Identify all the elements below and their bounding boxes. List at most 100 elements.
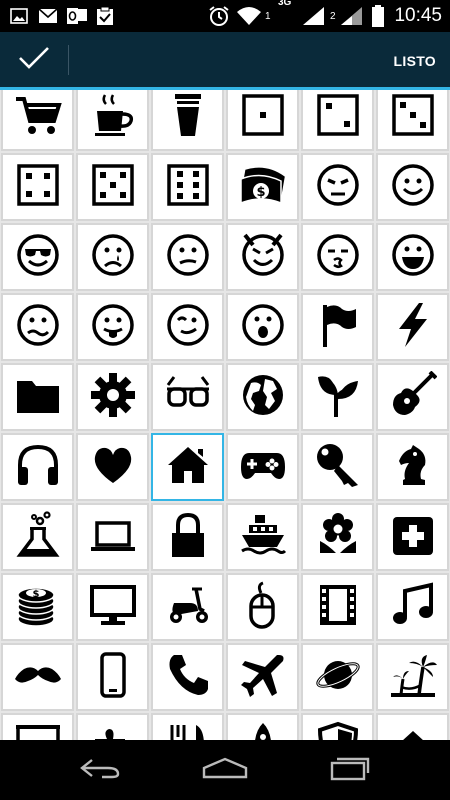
drink-cup-icon (164, 91, 212, 143)
icon-cell-flask[interactable] (1, 503, 74, 571)
icon-cell-puzzle[interactable] (76, 713, 149, 740)
icon-cell-globe[interactable] (226, 363, 299, 431)
icon-cell-shopping-cart[interactable] (1, 90, 74, 151)
icon-cell-dice-five[interactable] (76, 153, 149, 221)
wink-face-icon (164, 301, 212, 353)
icon-cell-kiss-face[interactable] (301, 223, 374, 291)
sim2-label: 2 (330, 10, 336, 22)
done-label-button[interactable]: LISTO (394, 32, 436, 87)
angry-face-icon (314, 161, 362, 213)
icon-cell-airplane[interactable] (226, 643, 299, 711)
home-nav-icon (201, 756, 249, 784)
icon-cell-coffee-cup[interactable] (76, 90, 149, 151)
icon-cell-laptop[interactable] (76, 503, 149, 571)
recents-button[interactable] (305, 740, 395, 800)
icon-cell-smartphone[interactable] (76, 643, 149, 711)
icon-cell-shield[interactable] (301, 713, 374, 740)
icon-cell-flower[interactable] (301, 503, 374, 571)
icon-cell-headphones[interactable] (1, 433, 74, 501)
icon-cell-dice-six[interactable] (151, 153, 224, 221)
back-icon (78, 756, 122, 784)
icon-cell-flag[interactable] (301, 293, 374, 361)
icon-cell-sprout[interactable] (301, 363, 374, 431)
icon-cell-angry-face[interactable] (301, 153, 374, 221)
glasses-icon (164, 371, 212, 423)
film-icon (314, 581, 362, 633)
icon-cell-first-aid[interactable] (376, 503, 449, 571)
icon-cell-smile-face[interactable] (376, 153, 449, 221)
icon-cell-easel[interactable] (1, 713, 74, 740)
icon-cell-dice-two[interactable] (301, 90, 374, 151)
icon-cell-lightning[interactable] (376, 293, 449, 361)
flask-icon (14, 511, 62, 563)
worried-face-icon (14, 301, 62, 353)
kiss-face-icon (314, 231, 362, 283)
icon-cell-sunglasses-face[interactable] (1, 223, 74, 291)
wifi-icon (236, 0, 262, 32)
icon-cell-devil-face[interactable] (226, 223, 299, 291)
icon-cell-drink-cup[interactable] (151, 90, 224, 151)
icon-cell-beach[interactable] (376, 643, 449, 711)
gear-icon (89, 371, 137, 423)
icon-cell-dice-four[interactable] (1, 153, 74, 221)
icon-cell-mouse[interactable] (226, 573, 299, 641)
planet-icon (314, 651, 362, 703)
icon-cell-crying-face[interactable] (76, 223, 149, 291)
icon-cell-guitar[interactable] (376, 363, 449, 431)
icon-cell-glasses[interactable] (151, 363, 224, 431)
smile-face-icon (389, 161, 437, 213)
icon-cell-lock[interactable] (151, 503, 224, 571)
dice-six-icon (164, 161, 212, 213)
svg-text:$: $ (32, 589, 39, 600)
icon-cell-gamepad[interactable] (226, 433, 299, 501)
icon-cell-monitor[interactable] (76, 573, 149, 641)
done-button[interactable] (0, 32, 68, 87)
icon-cell-tongue-face[interactable] (76, 293, 149, 361)
icon-cell-mustache[interactable] (1, 643, 74, 711)
icon-cell-dice-three[interactable] (376, 90, 449, 151)
home-icon (164, 441, 212, 493)
icon-cell-wink-face[interactable] (151, 293, 224, 361)
icon-cell-coins[interactable]: $ (1, 573, 74, 641)
icon-cell-heart[interactable] (76, 433, 149, 501)
back-button[interactable] (55, 740, 145, 800)
icon-cell-confused-face[interactable] (151, 223, 224, 291)
guitar-icon (389, 370, 437, 423)
sim1-label: 1 (265, 10, 271, 22)
laptop-icon (89, 511, 137, 563)
icon-cell-chess-knight[interactable] (376, 433, 449, 501)
status-time: 10:45 (394, 5, 442, 26)
icon-cell-laughing-face[interactable] (376, 223, 449, 291)
icon-cell-dice-one[interactable] (226, 90, 299, 151)
icon-cell-planet[interactable] (301, 643, 374, 711)
icon-cell-gear[interactable] (76, 363, 149, 431)
icon-cell-scooter[interactable] (151, 573, 224, 641)
network-type-label: 3G (278, 0, 292, 8)
icon-cell-phone[interactable] (151, 643, 224, 711)
action-bar: LISTO (0, 32, 450, 90)
icon-cell-surprised-face[interactable] (226, 293, 299, 361)
icon-cell-home[interactable] (151, 433, 224, 501)
icon-cell-rocket[interactable] (226, 713, 299, 740)
signal-icon (340, 0, 364, 32)
shopping-cart-icon (14, 91, 62, 143)
icon-cell-music-note[interactable] (376, 573, 449, 641)
icon-cell-money[interactable]: $ (226, 153, 299, 221)
icon-grid-scroll[interactable]: $ $ (0, 90, 450, 740)
icon-cell-ship[interactable] (226, 503, 299, 571)
rocket-icon (239, 721, 287, 740)
smartphone-icon (89, 651, 137, 703)
lightning-icon (389, 301, 437, 353)
outlook-icon (66, 0, 88, 32)
icon-cell-cutlery[interactable] (151, 713, 224, 740)
icon-cell-folder[interactable] (1, 363, 74, 431)
icon-cell-key[interactable] (301, 433, 374, 501)
icon-cell-worried-face[interactable] (1, 293, 74, 361)
beach-icon (389, 651, 437, 703)
home-nav-button[interactable] (180, 740, 270, 800)
monitor-icon (89, 581, 137, 633)
money-icon: $ (239, 161, 287, 213)
coins-icon: $ (14, 581, 62, 633)
icon-cell-film[interactable] (301, 573, 374, 641)
icon-cell-hat[interactable] (376, 713, 449, 740)
